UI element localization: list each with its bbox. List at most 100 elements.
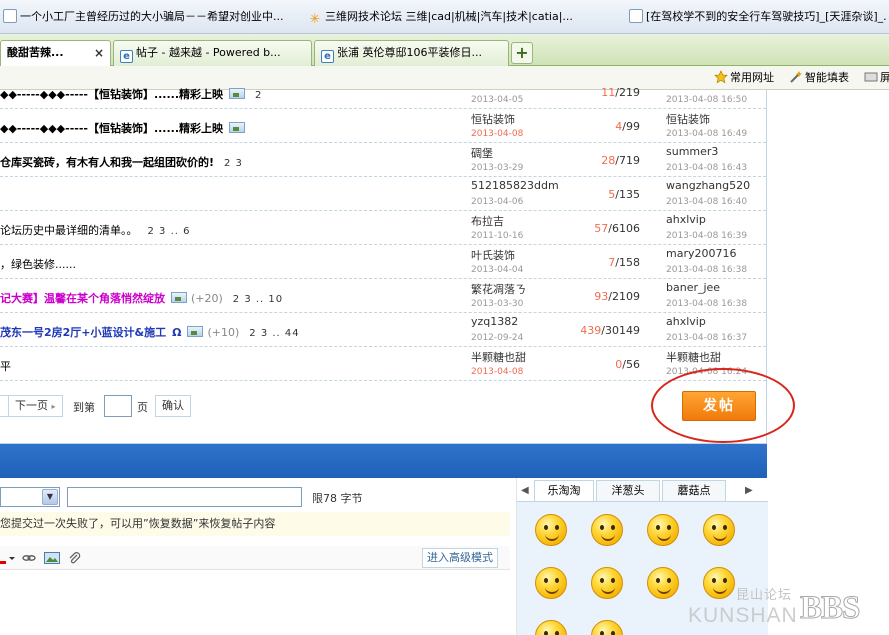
thread-score: (+10) bbox=[207, 326, 240, 339]
restore-data-notice: 您提交过一次失败了，可以用”恢复数据”来恢复帖子内容 bbox=[0, 512, 510, 536]
image-attachment-icon bbox=[187, 326, 204, 337]
smiley-icon[interactable] bbox=[703, 514, 735, 546]
smiley-icon[interactable] bbox=[591, 567, 623, 599]
favorite-link-1[interactable]: 一个小工厂主曾经历过的大小骗局－－希望对创业中... bbox=[3, 9, 303, 25]
thread-title[interactable]: ，绿色装修...... bbox=[0, 256, 76, 272]
close-tab-icon[interactable]: × bbox=[94, 41, 104, 65]
thread-author[interactable]: 繁花凋落ㄋ bbox=[471, 281, 526, 297]
thread-type-select[interactable]: ▼ bbox=[0, 487, 60, 507]
thread-author[interactable]: 512185823ddm bbox=[471, 179, 559, 192]
watermark-bbs: BBS bbox=[799, 590, 860, 627]
last-post-date[interactable]: 2013-04-08 16:49 bbox=[666, 129, 747, 139]
extra-tool-label: 屏 bbox=[880, 71, 889, 84]
last-poster[interactable]: baner_jee bbox=[666, 281, 720, 294]
page-icon bbox=[3, 9, 17, 23]
thread-row: 记大赛】温馨在某个角落悄然绽放 (+20) 2 3 .. 10 繁花凋落ㄋ 2013… bbox=[0, 279, 766, 313]
smiley-prev-icon[interactable]: ◀ bbox=[521, 485, 529, 496]
thread-author[interactable]: yzq1382 bbox=[471, 315, 518, 328]
thread-date: 2013-04-04 bbox=[471, 265, 524, 275]
thread-pages[interactable]: 2 3 .. 44 bbox=[249, 328, 299, 339]
thread-row: ◆◆-----◆◆◆-----【恒钻装饰】......精彩上映 2 2013-04… bbox=[0, 75, 766, 109]
thread-date: 2012-09-24 bbox=[471, 333, 524, 343]
favorite-link-2[interactable]: ✳ 三维网技术论坛 三维|cad|机械|汽车|技术|catia|... bbox=[308, 9, 626, 25]
next-page-button[interactable]: 下一页 ▸ bbox=[8, 395, 63, 417]
reply-header-bar bbox=[0, 444, 767, 478]
last-post-date[interactable]: 2013-04-08 16:38 bbox=[666, 299, 747, 309]
thread-title[interactable]: ◆◆-----◆◆◆-----【恒钻装饰】......精彩上映 bbox=[0, 120, 246, 136]
thread-pages[interactable]: 2 3 bbox=[224, 158, 243, 169]
smiley-icon[interactable] bbox=[535, 514, 567, 546]
thread-date: 2013-04-08 bbox=[471, 129, 524, 139]
thread-author[interactable]: 布拉吉 bbox=[471, 213, 504, 229]
last-post-date[interactable]: 2013-04-08 16:40 bbox=[666, 197, 747, 207]
last-post-date[interactable]: 2013-04-08 16:43 bbox=[666, 163, 747, 173]
favorite-label: 一个小工厂主曾经历过的大小骗局－－希望对创业中... bbox=[20, 10, 284, 23]
dropdown-arrow-icon[interactable] bbox=[8, 552, 22, 564]
tab-3[interactable]: e 张浦 英伦尊邸106平装修日... bbox=[314, 40, 509, 66]
thread-title[interactable]: ◆◆-----◆◆◆-----【恒钻装饰】......精彩上映 2 bbox=[0, 86, 262, 102]
last-poster[interactable]: ahxlvip bbox=[666, 213, 706, 226]
smiley-next-icon[interactable]: ▶ bbox=[745, 485, 753, 496]
smiley-icon[interactable] bbox=[591, 514, 623, 546]
thread-author[interactable]: 半颗糖也甜 bbox=[471, 349, 526, 365]
smiley-icon[interactable] bbox=[535, 620, 567, 635]
view-count: 219 bbox=[619, 86, 640, 99]
kunshan-bbs-watermark: 昆山论坛 KUNSHAN BBS bbox=[688, 584, 886, 632]
last-post-date[interactable]: 2013-04-08 16:37 bbox=[666, 333, 747, 343]
last-poster[interactable]: 半颗糖也甜 bbox=[666, 349, 721, 365]
thread-pages[interactable]: 2 bbox=[255, 90, 262, 101]
image-icon[interactable] bbox=[44, 552, 60, 564]
subject-input[interactable] bbox=[67, 487, 302, 507]
thread-row: ◆◆-----◆◆◆-----【恒钻装饰】......精彩上映 恒钻装饰 201… bbox=[0, 109, 766, 143]
tab-label: 张浦 英伦尊邸106平装修日... bbox=[337, 46, 482, 59]
link-icon[interactable] bbox=[22, 552, 36, 564]
smiley-icon[interactable] bbox=[591, 620, 623, 635]
last-poster[interactable]: wangzhang520 bbox=[666, 179, 750, 192]
smiley-icon[interactable] bbox=[647, 514, 679, 546]
thread-date: 2013-03-30 bbox=[471, 299, 524, 309]
thread-title[interactable]: 记大赛】温馨在某个角落悄然绽放 (+20) 2 3 .. 10 bbox=[0, 290, 283, 306]
thread-date: 2013-04-05 bbox=[471, 95, 524, 105]
tab-smiley-1[interactable]: 乐淘淘 bbox=[534, 480, 594, 502]
last-poster[interactable]: 恒钻装饰 bbox=[666, 111, 710, 127]
thread-stats: 57/6106 bbox=[594, 222, 640, 235]
next-page-label: 下一页 bbox=[15, 399, 48, 412]
image-attachment-icon bbox=[229, 122, 246, 133]
page-number-input[interactable] bbox=[104, 395, 132, 417]
last-poster[interactable]: mary200716 bbox=[666, 247, 736, 260]
advanced-mode-button[interactable]: 进入高级模式 bbox=[422, 548, 498, 568]
new-tab-button[interactable]: + bbox=[511, 42, 533, 64]
last-post-date[interactable]: 2013-04-08 16:39 bbox=[666, 231, 747, 241]
last-poster[interactable]: ahxlvip bbox=[666, 315, 706, 328]
thread-title[interactable]: 茂东一号2房2厅+小蓝设计&施工 Ω (+10) 2 3 .. 44 bbox=[0, 324, 300, 340]
thread-title[interactable]: 平 bbox=[0, 358, 11, 374]
tab-active[interactable]: 酸甜苦辣... × bbox=[0, 40, 111, 67]
last-post-date[interactable]: 2013-04-08 16:38 bbox=[666, 265, 747, 275]
confirm-button[interactable]: 确认 bbox=[155, 395, 191, 417]
tab-smiley-2[interactable]: 洋葱头 bbox=[596, 480, 660, 502]
extra-tool-button[interactable]: 屏 bbox=[864, 70, 889, 86]
smiley-icon[interactable] bbox=[647, 567, 679, 599]
tab-2[interactable]: e 帖子 - 越来越 - Powered b... bbox=[113, 40, 312, 66]
smart-fill-button[interactable]: 智能填表 bbox=[789, 70, 849, 86]
thread-date: 2013-04-06 bbox=[471, 197, 524, 207]
new-post-button[interactable]: 发帖 bbox=[682, 391, 756, 421]
tab-smiley-3[interactable]: 蘑菇点 bbox=[662, 480, 726, 502]
thread-author[interactable]: 叶氏装饰 bbox=[471, 247, 515, 263]
reply-count: 0 bbox=[615, 358, 623, 371]
image-attachment-icon bbox=[229, 88, 246, 99]
thread-title[interactable]: 仓库买瓷砖，有木有人和我一起组团砍价的! 2 3 bbox=[0, 154, 243, 170]
thread-date: 2011-10-16 bbox=[471, 231, 524, 241]
attachment-icon[interactable] bbox=[68, 552, 82, 564]
thread-stats: 93/2109 bbox=[594, 290, 640, 303]
thread-author[interactable]: 碉堡 bbox=[471, 145, 493, 161]
favorite-link-3[interactable]: [在驾校学不到的安全行车驾驶技巧]_[天涯杂谈]_... bbox=[629, 9, 887, 25]
thread-pages[interactable]: 2 3 .. 6 bbox=[148, 226, 191, 237]
thread-author[interactable]: 恒钻装饰 bbox=[471, 111, 515, 127]
thread-pages[interactable]: 2 3 .. 10 bbox=[233, 294, 283, 305]
favorite-label: 三维网技术论坛 三维|cad|机械|汽车|技术|catia|... bbox=[325, 10, 573, 23]
last-poster[interactable]: summer3 bbox=[666, 145, 718, 158]
smiley-icon[interactable] bbox=[535, 567, 567, 599]
thread-title[interactable]: 论坛历史中最详细的清单。。 2 3 .. 6 bbox=[0, 222, 190, 238]
last-post-date[interactable]: 2013-04-08 16:50 bbox=[666, 95, 747, 105]
